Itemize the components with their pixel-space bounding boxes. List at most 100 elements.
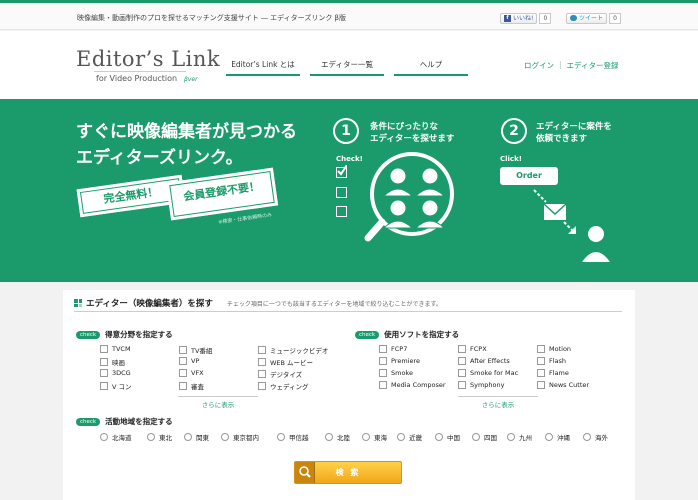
- region-option[interactable]: 九州: [507, 432, 532, 442]
- radio-button[interactable]: [277, 433, 285, 441]
- radio-button[interactable]: [545, 433, 553, 441]
- tweet-button[interactable]: ツイート: [566, 12, 608, 24]
- step-1-number: 1: [333, 118, 359, 144]
- checkbox[interactable]: [179, 369, 187, 377]
- search-button[interactable]: 検 索: [294, 461, 402, 484]
- option-label: 関東: [196, 434, 209, 442]
- region-heading: check 活動地域を指定する: [76, 416, 173, 427]
- region-option[interactable]: 沖縄: [545, 432, 570, 442]
- region-option[interactable]: 北海道: [100, 432, 132, 442]
- field-option[interactable]: WEB ムービー: [258, 357, 313, 367]
- field-more-link[interactable]: さらに表示: [178, 396, 258, 409]
- region-option[interactable]: 北陸: [325, 432, 350, 442]
- region-option[interactable]: 東京都内: [221, 432, 259, 442]
- checkbox[interactable]: [258, 370, 266, 378]
- field-option[interactable]: デジタイズ: [258, 369, 302, 379]
- software-option[interactable]: Premiere: [379, 357, 420, 365]
- radio-button[interactable]: [221, 433, 229, 441]
- software-option[interactable]: Symphony: [458, 381, 505, 389]
- login-link[interactable]: ログイン: [524, 60, 554, 71]
- checkbox[interactable]: [379, 357, 387, 365]
- checkbox[interactable]: [458, 381, 466, 389]
- facebook-like[interactable]: f いいね! 0: [500, 12, 552, 24]
- software-option[interactable]: Smoke for Mac: [458, 369, 518, 377]
- checkbox[interactable]: [258, 358, 266, 366]
- software-option[interactable]: News Cutter: [537, 381, 589, 389]
- search-icon: [295, 462, 315, 483]
- region-option[interactable]: 海外: [583, 432, 608, 442]
- region-option[interactable]: 中国: [435, 432, 460, 442]
- region-option[interactable]: 近畿: [397, 432, 422, 442]
- checkbox[interactable]: [458, 369, 466, 377]
- field-option[interactable]: ミュージックビデオ: [258, 345, 328, 355]
- checkbox[interactable]: [537, 345, 545, 353]
- region-option[interactable]: 甲信越: [277, 432, 309, 442]
- region-option[interactable]: 東北: [147, 432, 172, 442]
- region-option[interactable]: 関東: [184, 432, 209, 442]
- field-option[interactable]: 3DCG: [100, 369, 131, 377]
- site-logo[interactable]: Editor’s Link for Video Production βver: [76, 47, 220, 83]
- no-registration-text: 会員登録不要！: [182, 179, 261, 204]
- software-option[interactable]: FCPX: [458, 345, 487, 353]
- nav-help[interactable]: ヘルプ: [394, 59, 468, 76]
- checkbox[interactable]: [179, 382, 187, 390]
- software-option[interactable]: Smoke: [379, 369, 413, 377]
- software-option[interactable]: Motion: [537, 345, 571, 353]
- checkbox[interactable]: [179, 357, 187, 365]
- field-option[interactable]: ウェディング: [258, 381, 309, 391]
- order-button[interactable]: Order: [500, 167, 558, 185]
- checkbox[interactable]: [379, 345, 387, 353]
- radio-button[interactable]: [184, 433, 192, 441]
- radio-button[interactable]: [147, 433, 155, 441]
- tweet[interactable]: ツイート 0: [566, 12, 622, 24]
- radio-button[interactable]: [472, 433, 480, 441]
- checkbox[interactable]: [100, 369, 108, 377]
- checkbox[interactable]: [379, 369, 387, 377]
- logo-version: βver: [184, 76, 198, 83]
- step-2-text: エディターに案件を 依頼できます: [536, 121, 612, 145]
- radio-button[interactable]: [583, 433, 591, 441]
- field-option[interactable]: 審査: [179, 381, 204, 391]
- radio-button[interactable]: [362, 433, 370, 441]
- radio-button[interactable]: [100, 433, 108, 441]
- checkbox[interactable]: [537, 357, 545, 365]
- radio-button[interactable]: [325, 433, 333, 441]
- checkbox[interactable]: [100, 358, 108, 366]
- nav-editor-list[interactable]: エディター一覧: [310, 59, 384, 76]
- region-option[interactable]: 四国: [472, 432, 497, 442]
- option-label: 東海: [374, 434, 387, 442]
- software-option[interactable]: Media Composer: [379, 381, 446, 389]
- field-option[interactable]: TVCM: [100, 345, 131, 353]
- software-option[interactable]: FCP7: [379, 345, 407, 353]
- radio-button[interactable]: [397, 433, 405, 441]
- checkbox[interactable]: [258, 382, 266, 390]
- field-option[interactable]: VFX: [179, 369, 204, 377]
- field-option[interactable]: TV番組: [179, 345, 212, 355]
- software-more-link[interactable]: さらに表示: [458, 396, 538, 409]
- field-option[interactable]: VP: [179, 357, 199, 365]
- checkbox[interactable]: [458, 345, 466, 353]
- option-label: 沖縄: [557, 434, 570, 442]
- checkbox[interactable]: [458, 357, 466, 365]
- region-option[interactable]: 東海: [362, 432, 387, 442]
- nav-about[interactable]: Editor’s Link とは: [226, 59, 300, 76]
- empty-box-icon: [336, 206, 347, 217]
- software-option[interactable]: Flame: [537, 369, 569, 377]
- facebook-like-button[interactable]: f いいね!: [500, 12, 538, 24]
- checkbox[interactable]: [258, 346, 266, 354]
- checkbox[interactable]: [537, 381, 545, 389]
- checkbox[interactable]: [379, 381, 387, 389]
- checkbox[interactable]: [179, 346, 187, 354]
- search-description: チェック項目に一つでも該当するエディターを地域で絞り込むことができます。: [226, 300, 442, 308]
- field-option[interactable]: 映画: [100, 357, 125, 367]
- checkbox[interactable]: [100, 382, 108, 390]
- register-link[interactable]: エディター登録: [567, 60, 619, 71]
- grid-icon: [74, 299, 82, 307]
- software-option[interactable]: After Effects: [458, 357, 510, 365]
- field-option[interactable]: V コン: [100, 381, 132, 391]
- radio-button[interactable]: [435, 433, 443, 441]
- radio-button[interactable]: [507, 433, 515, 441]
- software-option[interactable]: Flash: [537, 357, 566, 365]
- checkbox[interactable]: [100, 345, 108, 353]
- checkbox[interactable]: [537, 369, 545, 377]
